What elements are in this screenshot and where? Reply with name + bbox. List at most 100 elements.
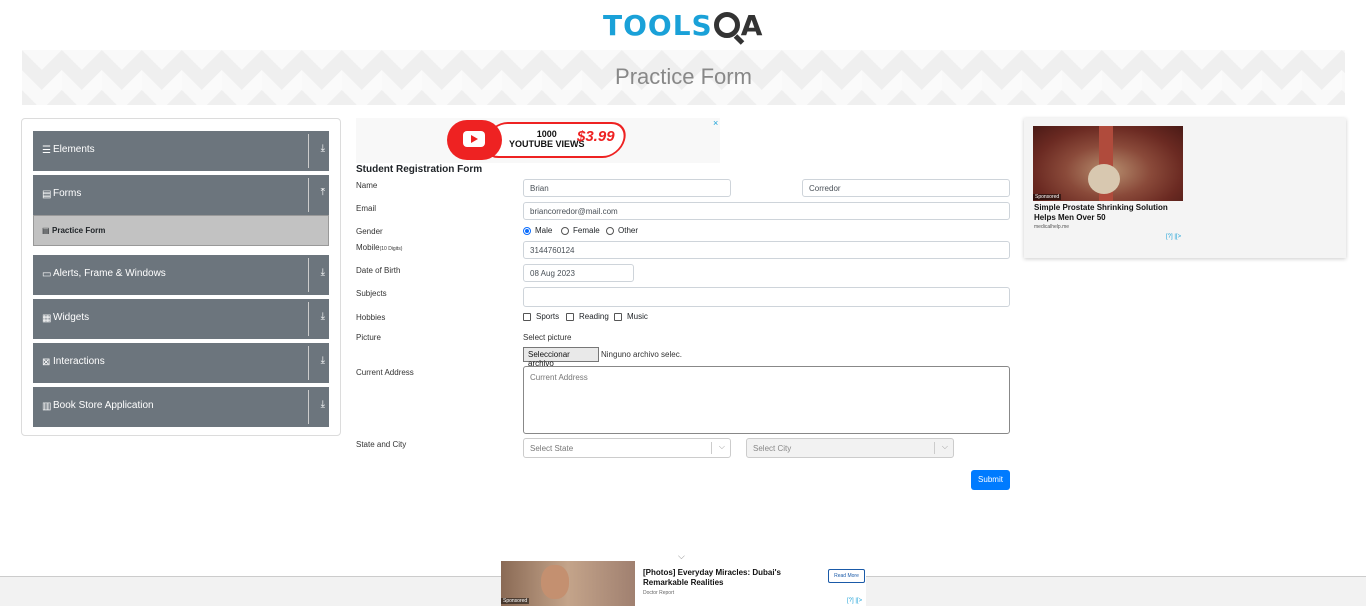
- state-placeholder: Select State: [530, 444, 574, 453]
- ad-source: medicalhelp.me: [1034, 224, 1070, 230]
- top-ad-banner[interactable]: 1000 YOUTUBE VIEWS $3.99 ×: [356, 118, 720, 163]
- hobby-music-checkbox[interactable]: Music: [614, 312, 648, 321]
- last-name-input[interactable]: [802, 179, 1010, 197]
- sidebar-group-label: Alerts, Frame & Windows: [53, 268, 166, 279]
- sidebar-group-label: Elements: [53, 144, 95, 155]
- sidebar-group-label: Forms: [53, 188, 82, 199]
- select-picture-label: Select picture: [523, 333, 572, 342]
- city-placeholder: Select City: [753, 444, 792, 453]
- hobby-reading-checkbox[interactable]: Reading: [566, 312, 609, 321]
- ad-source: Doctor Report: [643, 590, 675, 596]
- sidebar-group-label: Interactions: [53, 356, 105, 367]
- gender-female-radio[interactable]: Female: [561, 226, 600, 235]
- divider: [308, 258, 309, 292]
- ad-line2: YOUTUBE VIEWS: [509, 139, 585, 149]
- upload-arrow-icon: ⤒: [320, 187, 325, 198]
- gender-male-radio[interactable]: Male: [523, 226, 552, 235]
- address-label: Current Address: [356, 368, 414, 377]
- download-arrow-icon: ⤓: [320, 399, 325, 410]
- bottom-ad[interactable]: Sponsored [Photos] Everyday Miracles: Du…: [501, 561, 866, 606]
- logo-text-end: A: [740, 8, 763, 42]
- download-arrow-icon: ⤓: [320, 311, 325, 322]
- document-icon: ▤: [42, 226, 50, 235]
- email-label: Email: [356, 204, 377, 213]
- radio-checked-icon: [523, 226, 531, 235]
- play-icon: [463, 131, 485, 147]
- toolsqa-logo[interactable]: TOOLS A: [603, 6, 762, 44]
- divider: [934, 442, 935, 454]
- youtube-ad[interactable]: 1000 YOUTUBE VIEWS $3.99: [447, 120, 630, 160]
- first-name-input[interactable]: [523, 179, 731, 197]
- sidebar-group-bookstore[interactable]: ▥ Book Store Application ⤓: [33, 387, 329, 427]
- list-icon: ☰: [42, 145, 51, 156]
- divider: [308, 390, 309, 424]
- sidebar-group-label: Book Store Application: [53, 400, 154, 411]
- ad-text: 1000 YOUTUBE VIEWS: [509, 129, 585, 149]
- checkbox-icon: [523, 312, 531, 321]
- hobby-sports-checkbox[interactable]: Sports: [523, 312, 559, 321]
- read-more-button[interactable]: Read More: [828, 569, 865, 583]
- interaction-icon: ⊠: [42, 357, 51, 368]
- right-ad[interactable]: Sponsored Simple Prostate Shrinking Solu…: [1024, 118, 1346, 258]
- chevron-down-icon: ⌵: [718, 442, 725, 451]
- sidebar-group-elements[interactable]: ☰ Elements ⤓: [33, 131, 329, 171]
- grid-icon: ▦: [42, 313, 52, 324]
- picture-label: Picture: [356, 333, 381, 342]
- gender-label: Gender: [356, 227, 383, 236]
- form-title: Student Registration Form: [356, 164, 483, 175]
- sidebar: ☰ Elements ⤓ ▤ Forms ⤒ ▤ Practice Form ▭…: [21, 118, 341, 436]
- radio-label: Male: [535, 226, 553, 235]
- radio-label: Female: [573, 226, 600, 235]
- ad-title[interactable]: [Photos] Everyday Miracles: Dubai's Rema…: [643, 568, 793, 588]
- download-arrow-icon: ⤓: [320, 267, 325, 278]
- hobbies-label: Hobbies: [356, 313, 386, 322]
- file-status: Ninguno archivo selec.: [601, 350, 682, 359]
- checkbox-icon: [566, 312, 574, 321]
- sidebar-item-practice-form[interactable]: ▤ Practice Form: [33, 215, 329, 246]
- mobile-label-text: Mobile: [356, 243, 380, 252]
- current-address-textarea[interactable]: Current Address: [523, 366, 1010, 434]
- document-icon: ▤: [42, 189, 52, 200]
- page-banner: Practice Form: [22, 50, 1345, 105]
- gender-other-radio[interactable]: Other: [606, 226, 638, 235]
- sidebar-item-label: Practice Form: [52, 226, 106, 235]
- state-select[interactable]: Select State ⌵: [523, 438, 731, 458]
- radio-label: Other: [618, 226, 639, 235]
- ad-line1: 1000: [536, 129, 557, 139]
- close-icon[interactable]: ×: [713, 118, 718, 128]
- email-input[interactable]: [523, 202, 1010, 220]
- dob-label: Date of Birth: [356, 266, 401, 275]
- submit-button[interactable]: Submit: [971, 470, 1010, 490]
- mobile-hint: (10 Digits): [379, 246, 403, 252]
- bookstore-icon: ▥: [42, 401, 52, 412]
- adchoices-icon[interactable]: [?] |[>: [1166, 234, 1181, 240]
- checkbox-icon: [614, 312, 622, 321]
- divider: [308, 134, 309, 168]
- divider: [308, 178, 309, 212]
- date-of-birth-input[interactable]: [523, 264, 634, 282]
- checkbox-label: Reading: [579, 312, 609, 321]
- mobile-input[interactable]: [523, 241, 1010, 259]
- ad-image-detail: [541, 565, 569, 599]
- sidebar-group-label: Widgets: [53, 312, 90, 323]
- city-select[interactable]: Select City ⌵: [746, 438, 954, 458]
- header: TOOLS A: [0, 0, 1366, 48]
- sidebar-group-interactions[interactable]: ⊠ Interactions ⤓: [33, 343, 329, 383]
- download-arrow-icon: ⤓: [320, 355, 325, 366]
- logo-text: TOOLS: [603, 8, 713, 42]
- sidebar-group-alerts[interactable]: ▭ Alerts, Frame & Windows ⤓: [33, 255, 329, 295]
- subjects-input[interactable]: [523, 287, 1010, 307]
- name-label: Name: [356, 181, 378, 190]
- radio-icon: [561, 226, 569, 235]
- divider: [308, 346, 309, 380]
- choose-file-button[interactable]: Seleccionar archivo: [523, 347, 599, 368]
- checkbox-label: Music: [627, 312, 648, 321]
- ad-image-detail: [1088, 164, 1120, 194]
- ad-title[interactable]: Simple Prostate Shrinking Solution Helps…: [1034, 203, 1184, 223]
- sidebar-group-forms[interactable]: ▤ Forms ⤒: [33, 175, 329, 215]
- sidebar-group-widgets[interactable]: ▦ Widgets ⤓: [33, 299, 329, 339]
- sponsored-label: Sponsored: [501, 598, 530, 604]
- adchoices-icon[interactable]: [?] |[>: [847, 598, 862, 604]
- page-title: Practice Form: [615, 64, 752, 89]
- checkbox-label: Sports: [536, 312, 560, 321]
